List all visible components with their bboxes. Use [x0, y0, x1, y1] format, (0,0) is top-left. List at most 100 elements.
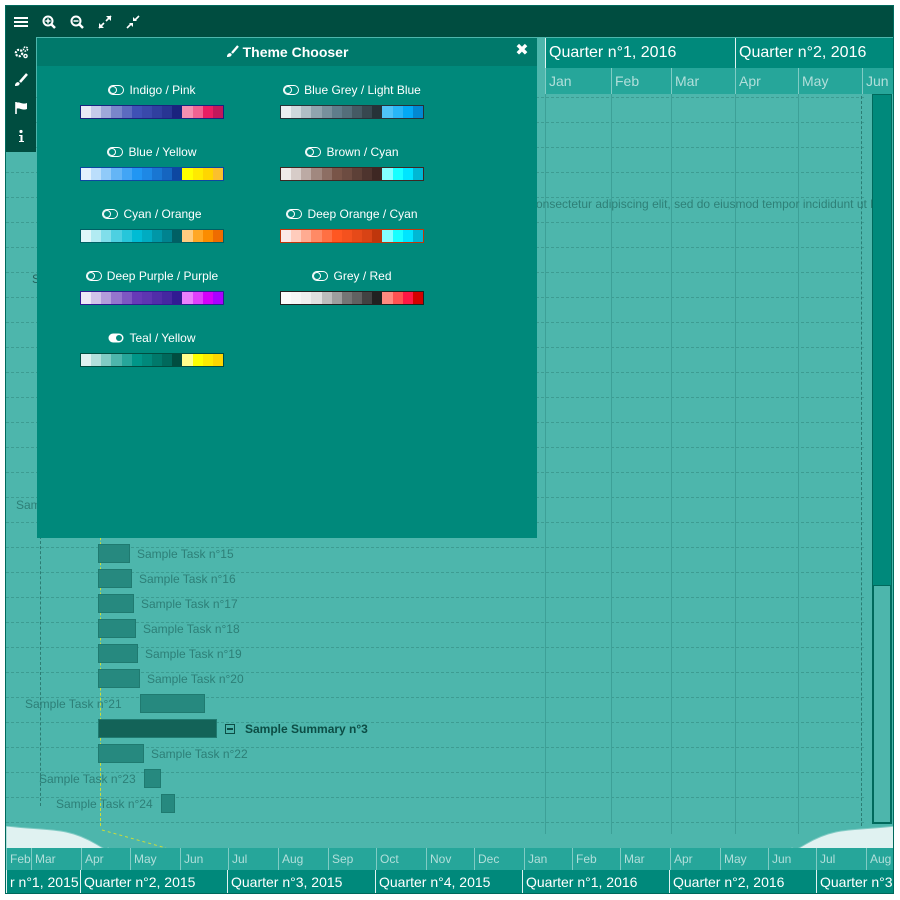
theme-name: Blue Grey / Light Blue: [304, 83, 421, 97]
swatch-color: [182, 353, 193, 366]
footer-month: Aug: [866, 848, 893, 870]
footer-quarter: Quarter n°4, 2015: [375, 870, 522, 893]
theme-option[interactable]: Cyan / Orange: [67, 207, 237, 247]
swatch-color: [172, 167, 183, 180]
task-label: Sample Task n°18: [143, 622, 240, 636]
swatch-color: [141, 105, 152, 118]
task-label: Sample Task n°24: [56, 797, 153, 811]
task-label: Sample Task n°15: [137, 547, 234, 561]
swatch-color: [91, 353, 102, 366]
swatch-color: [301, 105, 312, 118]
swatch-color: [151, 105, 163, 118]
swatch-color: [281, 105, 292, 118]
swatch-color: [412, 105, 423, 118]
menu-icon[interactable]: [11, 12, 31, 32]
swatch-color: [172, 229, 183, 242]
swatch-color: [111, 229, 122, 242]
timeline-month: Mar: [671, 68, 735, 94]
task-label: Sample Task n°19: [145, 647, 242, 661]
theme-name: Blue / Yellow: [128, 145, 197, 159]
swatch-color: [81, 167, 92, 180]
theme-name: Teal / Yellow: [129, 331, 196, 345]
theme-option-label: Grey / Red: [267, 269, 437, 284]
toggle-off-icon: [108, 84, 125, 98]
footer-month: May: [130, 848, 180, 870]
panel-title: Theme Chooser: [37, 38, 537, 66]
task-bar[interactable]: [98, 669, 140, 688]
theme-option[interactable]: Deep Orange / Cyan: [267, 207, 437, 247]
swatch-color: [291, 229, 302, 242]
swatch-color: [182, 167, 193, 180]
theme-option[interactable]: Grey / Red: [267, 269, 437, 309]
toggle-off-icon: [107, 146, 124, 160]
swatch-color: [331, 291, 342, 304]
swatch-color: [311, 291, 322, 304]
footer-month: Jun: [180, 848, 228, 870]
theme-color-swatch: [280, 166, 424, 181]
task-bar[interactable]: [161, 794, 175, 813]
theme-option[interactable]: Blue Grey / Light Blue: [267, 83, 437, 123]
swatch-color: [151, 229, 163, 242]
swatch-color: [331, 229, 342, 242]
task-label: Sample Task n°16: [139, 572, 236, 586]
theme-color-swatch: [80, 290, 224, 305]
timeline-quarter: Quarter n°2, 2016: [735, 38, 893, 68]
theme-name: Deep Orange / Cyan: [307, 207, 418, 221]
theme-option[interactable]: Teal / Yellow: [67, 331, 237, 371]
zoom-in-icon[interactable]: [39, 12, 59, 32]
collapse-toggle[interactable]: [225, 724, 235, 734]
swatch-color: [151, 291, 163, 304]
footer-month: Jul: [816, 848, 866, 870]
footer-month: Jun: [768, 848, 816, 870]
footer-quarter: Quarter n°3, 2015: [227, 870, 375, 893]
theme-option[interactable]: Brown / Cyan: [267, 145, 437, 185]
timeline-month: Jan: [545, 68, 611, 94]
vertical-scrollbar[interactable]: [872, 94, 892, 824]
swatch-color: [212, 229, 223, 242]
theme-color-swatch: [280, 104, 424, 119]
swatch-color: [402, 105, 413, 118]
swatch-color: [402, 229, 413, 242]
flag-icon[interactable]: [11, 98, 31, 118]
expand-icon[interactable]: [95, 12, 115, 32]
toggle-off-icon: [102, 208, 119, 222]
scrollbar-thumb[interactable]: [873, 585, 891, 823]
task-bar[interactable]: [98, 619, 136, 638]
theme-option[interactable]: Deep Purple / Purple: [67, 269, 237, 309]
summary-bar[interactable]: [98, 719, 217, 738]
info-icon[interactable]: [11, 126, 31, 146]
swatch-color: [182, 291, 193, 304]
swatch-color: [141, 229, 152, 242]
swatch-color: [192, 167, 203, 180]
swatch-color: [382, 229, 393, 242]
swatch-color: [131, 229, 142, 242]
swatch-color: [351, 105, 363, 118]
task-bar[interactable]: [98, 644, 138, 663]
swatch-color: [91, 291, 102, 304]
task-label: Sample Task n°17: [141, 597, 238, 611]
close-icon[interactable]: ✖: [515, 43, 529, 59]
task-bar[interactable]: [98, 594, 134, 613]
collapse-icon[interactable]: [123, 12, 143, 32]
zoom-out-icon[interactable]: [67, 12, 87, 32]
task-bar[interactable]: [98, 544, 130, 563]
settings-icon[interactable]: [11, 42, 31, 62]
footer-month: Mar: [620, 848, 670, 870]
swatch-color: [351, 229, 363, 242]
theme-option[interactable]: Indigo / Pink: [67, 83, 237, 123]
swatch-color: [362, 105, 373, 118]
swatch-color: [372, 291, 383, 304]
task-bar[interactable]: [98, 744, 144, 763]
task-bar[interactable]: [98, 569, 132, 588]
toggle-off-icon: [283, 84, 300, 98]
task-bar[interactable]: [144, 769, 161, 788]
swatch-color: [141, 291, 152, 304]
task-bar[interactable]: [140, 694, 205, 713]
swatch-color: [111, 291, 122, 304]
swatch-color: [212, 353, 223, 366]
theme-option-label: Teal / Yellow: [67, 331, 237, 346]
swatch-color: [341, 291, 352, 304]
theme-option[interactable]: Blue / Yellow: [67, 145, 237, 185]
brush-icon[interactable]: [11, 70, 31, 90]
swatch-color: [151, 353, 163, 366]
